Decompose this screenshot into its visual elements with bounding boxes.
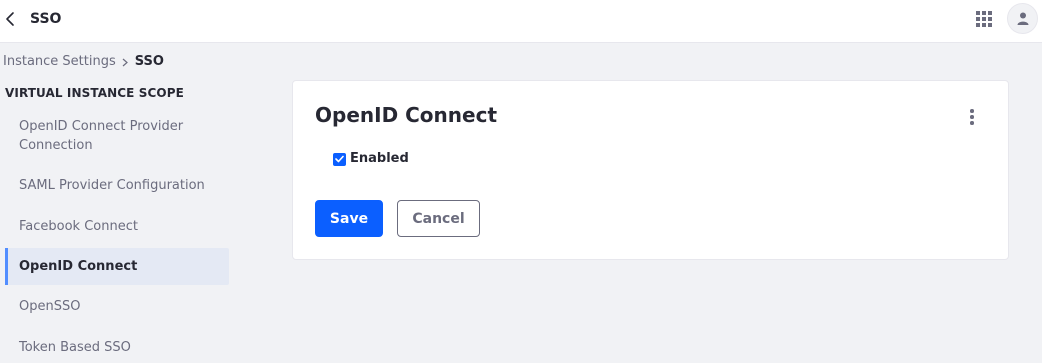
breadcrumb-sso: SSO [134, 54, 164, 69]
check-icon [335, 155, 344, 163]
chevron-left-icon[interactable] [2, 9, 18, 29]
breadcrumb: Instance Settings SSO [3, 54, 164, 70]
sidebar-item-opensso[interactable]: OpenSSO [5, 297, 229, 316]
page-title: SSO [30, 11, 62, 27]
cancel-button[interactable]: Cancel [397, 200, 480, 237]
panel-title: OpenID Connect [315, 103, 498, 127]
breadcrumb-instance-settings[interactable]: Instance Settings [3, 54, 116, 70]
sidebar-item-facebook-connect[interactable]: Facebook Connect [5, 217, 229, 236]
enabled-checkbox-row: Enabled [333, 151, 409, 167]
sidebar-item-saml-provider-configuration[interactable]: SAML Provider Configuration [5, 176, 229, 195]
save-button[interactable]: Save [315, 200, 383, 237]
sidebar-item-openid-connect[interactable]: OpenID Connect [5, 248, 229, 285]
scope-heading: VIRTUAL INSTANCE SCOPE [5, 86, 184, 100]
settings-panel: OpenID Connect Enabled Save Cancel [292, 80, 1009, 260]
sidebar-item-token-based-sso[interactable]: Token Based SSO [5, 338, 229, 357]
user-icon [1017, 12, 1028, 25]
enabled-label: Enabled [350, 151, 409, 166]
enabled-checkbox[interactable] [333, 152, 346, 166]
top-app-bar: SSO [0, 0, 1042, 43]
sidebar-item-openid-connect-provider-connection[interactable]: OpenID Connect Provider Connection [5, 117, 205, 155]
avatar[interactable] [1007, 3, 1038, 34]
ellipsis-vertical-icon[interactable] [965, 107, 979, 127]
chevron-right-icon [122, 58, 128, 67]
grid-icon[interactable] [976, 11, 992, 27]
